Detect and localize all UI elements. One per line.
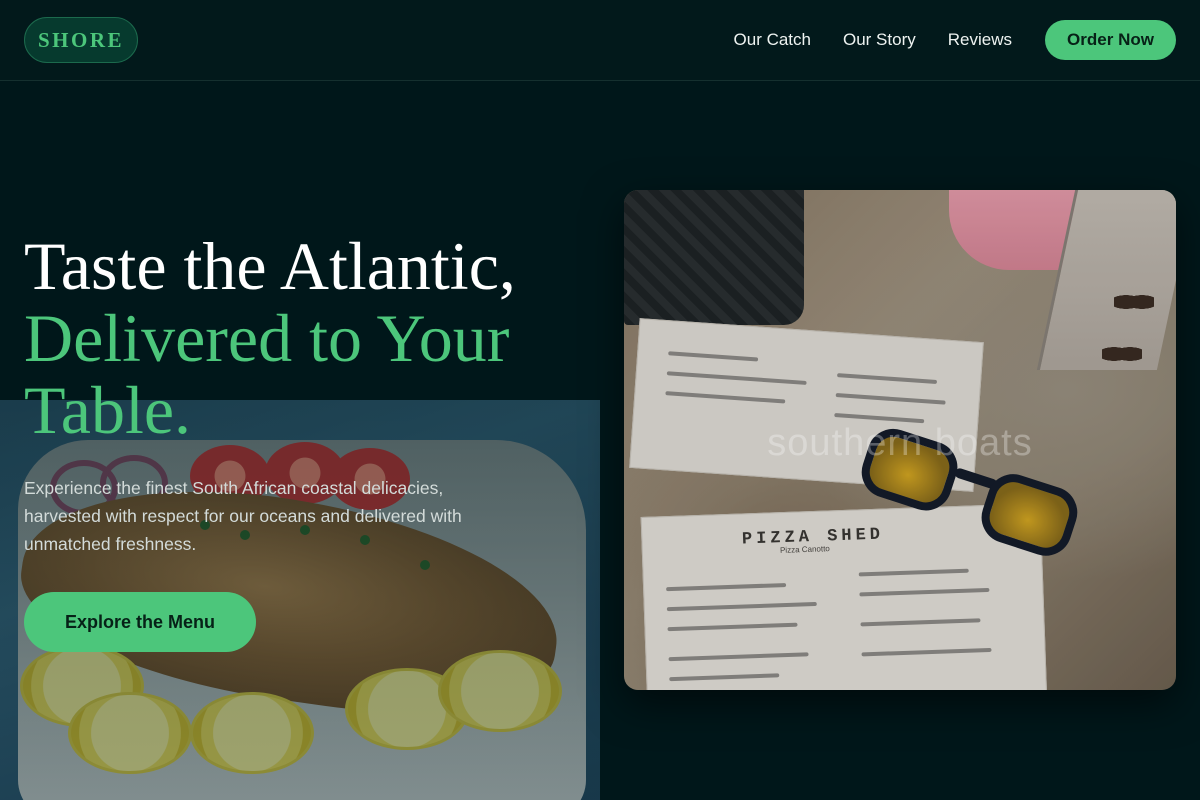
logo[interactable]: SHORE [24, 17, 138, 63]
hero-title-line1: Taste the Atlantic, [24, 228, 516, 304]
nav-link-our-catch[interactable]: Our Catch [734, 30, 811, 50]
main-nav: Our Catch Our Story Reviews Order Now [702, 20, 1176, 60]
site-header: SHORE Our Catch Our Story Reviews Order … [0, 0, 1200, 81]
hero-content: Taste the Atlantic, Delivered to Your Ta… [24, 230, 594, 652]
nav-link-our-story[interactable]: Our Story [843, 30, 916, 50]
hero-subtitle: Experience the finest South African coas… [24, 478, 462, 554]
photo-watermark: southern boats [767, 422, 1033, 464]
order-now-button[interactable]: Order Now [1045, 20, 1176, 60]
hero-title-accent: Delivered to Your Table. [24, 300, 510, 448]
nav-link-reviews[interactable]: Reviews [948, 30, 1012, 50]
hero-title: Taste the Atlantic, Delivered to Your Ta… [24, 230, 594, 446]
hero-photo-card: PIZZA SHED Pizza Canotto southern boats [624, 190, 1176, 690]
explore-menu-button[interactable]: Explore the Menu [24, 592, 256, 652]
